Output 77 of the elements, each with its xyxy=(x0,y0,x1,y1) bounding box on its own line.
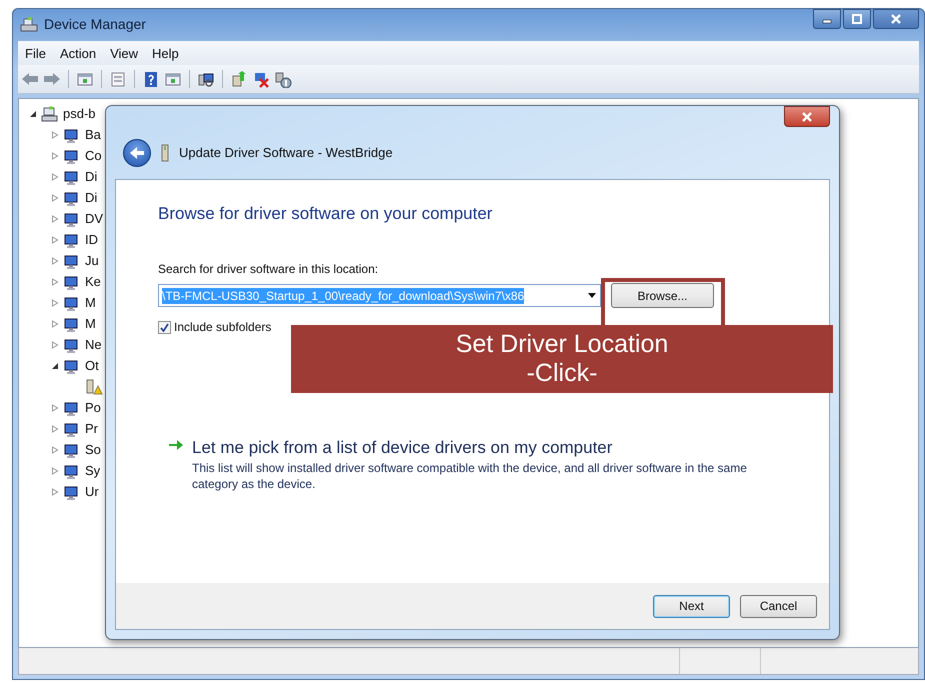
next-button[interactable]: Next xyxy=(653,594,730,618)
collapsed-arrow-icon[interactable] xyxy=(51,340,59,348)
browse-button[interactable]: Browse... xyxy=(611,283,714,308)
uninstall-icon[interactable] xyxy=(252,70,270,88)
help-icon[interactable] xyxy=(142,70,160,88)
tree-item[interactable]: Ba xyxy=(85,127,101,142)
disable-device-icon[interactable] xyxy=(274,70,292,88)
collapsed-arrow-icon[interactable] xyxy=(51,214,59,222)
forward-arrow-icon[interactable] xyxy=(43,70,61,88)
collapsed-arrow-icon[interactable] xyxy=(51,152,59,160)
collapsed-arrow-icon[interactable] xyxy=(51,446,59,454)
device-icon xyxy=(161,144,169,162)
collapsed-arrow-icon[interactable] xyxy=(51,424,59,432)
close-icon xyxy=(801,112,813,122)
collapsed-arrow-icon[interactable] xyxy=(51,236,59,244)
back-arrow-icon[interactable] xyxy=(21,70,39,88)
scan-hardware-icon[interactable] xyxy=(197,70,215,88)
checkbox-label: Include subfolders xyxy=(174,320,272,334)
collapsed-arrow-icon[interactable] xyxy=(51,298,59,306)
tree-item[interactable]: So xyxy=(85,442,101,457)
close-button[interactable] xyxy=(784,106,830,127)
tree-item[interactable]: M xyxy=(85,316,96,331)
back-arrow-icon xyxy=(129,146,145,160)
arrow-icon xyxy=(168,438,184,452)
tree-item[interactable]: psd-b xyxy=(63,106,96,121)
properties-icon[interactable] xyxy=(109,70,127,88)
menu-item[interactable]: View xyxy=(103,44,146,62)
tree-item[interactable]: Co xyxy=(85,148,102,163)
option-link[interactable]: Let me pick from a list of device drivers on my computer xyxy=(192,438,752,458)
tree-item[interactable]: Po xyxy=(85,400,101,415)
tree-item[interactable]: M xyxy=(85,295,96,310)
back-button[interactable] xyxy=(123,138,151,166)
field-label: Search for driver software in this location: xyxy=(158,262,380,276)
close-button[interactable] xyxy=(873,9,919,29)
update-driver-icon[interactable] xyxy=(230,70,248,88)
tree-item[interactable]: Ju xyxy=(85,253,99,268)
expanded-arrow-icon[interactable] xyxy=(51,362,59,370)
collapsed-arrow-icon[interactable] xyxy=(51,466,59,474)
option-description: This list will show installed driver software compatible with the device, and all driver software in the same category as the device. xyxy=(192,460,748,492)
dialog-heading: Browse for driver software on your computer xyxy=(158,204,494,224)
window-title: Device Manager xyxy=(44,16,146,32)
tree-item[interactable]: Di xyxy=(85,190,98,205)
dropdown-caret-icon xyxy=(588,293,596,298)
tree-item[interactable]: Di xyxy=(85,169,98,184)
collapsed-arrow-icon[interactable] xyxy=(51,130,59,138)
checkbox[interactable] xyxy=(158,320,171,334)
menu-item[interactable]: Action xyxy=(52,44,104,62)
menu-item[interactable]: File xyxy=(18,44,53,62)
tree-item[interactable]: ID xyxy=(85,232,98,247)
tree-item[interactable]: Ke xyxy=(85,274,101,289)
collapsed-arrow-icon[interactable] xyxy=(51,172,59,180)
collapsed-arrow-icon[interactable] xyxy=(51,194,59,202)
panel-icon[interactable] xyxy=(164,70,182,88)
minimize-button[interactable] xyxy=(813,9,841,29)
cancel-button[interactable]: Cancel xyxy=(740,594,817,618)
collapsed-arrow-icon[interactable] xyxy=(51,320,59,328)
panel-icon[interactable] xyxy=(76,70,94,88)
maximize-icon xyxy=(851,14,863,24)
tree-item[interactable]: Ot xyxy=(85,358,99,373)
expanded-arrow-icon[interactable] xyxy=(29,110,37,118)
collapsed-arrow-icon[interactable] xyxy=(51,404,59,412)
collapsed-arrow-icon[interactable] xyxy=(51,256,59,264)
maximize-button[interactable] xyxy=(843,9,871,29)
check-icon xyxy=(160,322,169,332)
close-icon xyxy=(890,14,902,24)
collapsed-arrow-icon[interactable] xyxy=(51,278,59,286)
callout-title: Set Driver Location xyxy=(456,330,668,359)
collapsed-arrow-icon[interactable] xyxy=(51,488,59,496)
callout-hint: -Click- xyxy=(526,359,598,388)
tree-item[interactable]: Sy xyxy=(85,463,100,478)
tree-item[interactable]: Pr xyxy=(85,421,98,436)
tree-item[interactable]: Ne xyxy=(85,337,102,352)
tree-item[interactable]: DV xyxy=(85,211,104,226)
tree-item[interactable]: Ur xyxy=(85,484,99,499)
menu-item[interactable]: Help xyxy=(145,44,186,62)
app-icon xyxy=(20,16,38,32)
dialog-title: Update Driver Software - WestBridge xyxy=(179,145,393,160)
